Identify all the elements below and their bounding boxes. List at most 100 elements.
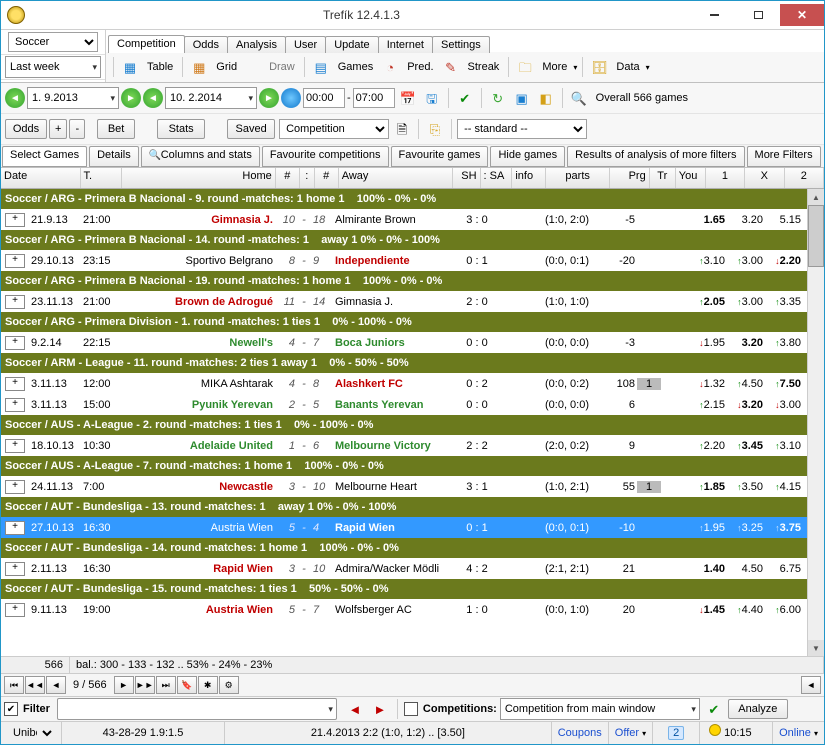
tab-settings[interactable]: Settings <box>432 36 490 53</box>
table-row[interactable]: +21.9.1321:00Gimnasia J.10-18Almirante B… <box>1 209 824 230</box>
table-row[interactable]: +27.10.1316:30Austria Wien5-4Rapid Wien0… <box>1 517 824 538</box>
subtab-2[interactable]: 🔍Columns and stats <box>141 146 260 167</box>
online-link[interactable]: Online ▾ <box>773 722 824 744</box>
expand-button[interactable]: + <box>5 439 25 453</box>
subtab-7[interactable]: More Filters <box>747 146 821 167</box>
refresh-icon[interactable]: ↻ <box>487 87 509 109</box>
offer-link[interactable]: Offer ▾ <box>609 722 653 744</box>
data-icon[interactable]: 🗄 <box>588 56 610 78</box>
plus-button[interactable]: + <box>49 119 67 139</box>
filter-select[interactable]: test <box>57 698 337 720</box>
expand-button[interactable]: + <box>5 562 25 576</box>
stats-button[interactable]: Stats <box>157 119 205 139</box>
expand-button[interactable]: + <box>5 480 25 494</box>
bookie-select[interactable]: Unibet <box>7 723 55 743</box>
expand-button[interactable]: + <box>5 254 25 268</box>
filter-next-icon[interactable]: ► <box>369 698 391 720</box>
nav-prevpage[interactable]: ◄◄ <box>25 676 45 694</box>
misc1-icon[interactable]: ▣ <box>511 87 533 109</box>
subtab-0[interactable]: Select Games <box>2 146 87 167</box>
tab-user[interactable]: User <box>285 36 326 53</box>
prev-date-button[interactable]: ◄ <box>5 88 25 108</box>
table-row[interactable]: +3.11.1315:00Pyunik Yerevan2-5Banants Ye… <box>1 394 824 415</box>
subtab-6[interactable]: Results of analysis of more filters <box>567 146 744 167</box>
exit-icon[interactable]: ⎘ <box>424 118 446 140</box>
streak-label[interactable]: Streak <box>464 61 504 73</box>
saved-button[interactable]: Saved <box>227 119 275 139</box>
streak-icon[interactable]: ✎ <box>440 56 462 78</box>
expand-button[interactable]: + <box>5 521 25 535</box>
time-from[interactable] <box>303 88 345 108</box>
table-row[interactable]: +9.11.1319:00Austria Wien5-7Wolfsberger … <box>1 599 824 620</box>
table-row[interactable]: +2.11.1316:30Rapid Wien3-10Admira/Wacker… <box>1 558 824 579</box>
time-to[interactable] <box>353 88 395 108</box>
search-icon[interactable]: 🔍 <box>568 87 590 109</box>
expand-button[interactable]: + <box>5 603 25 617</box>
table-icon[interactable]: ▦ <box>119 56 141 78</box>
tab-internet[interactable]: Internet <box>378 36 433 53</box>
tab-update[interactable]: Update <box>325 36 378 53</box>
table-row[interactable]: +23.11.1321:00Brown de Adrogué11-14Gimna… <box>1 291 824 312</box>
bet-button[interactable]: Bet <box>97 119 135 139</box>
check-icon[interactable]: ✔ <box>454 87 476 109</box>
sport-select[interactable]: Soccer <box>8 32 98 52</box>
close-button[interactable] <box>780 4 824 26</box>
nav-first[interactable]: ⏮ <box>4 676 24 694</box>
minus-button[interactable]: - <box>69 119 85 139</box>
table-row[interactable]: +9.2.1422:15Newell's4-7Boca Juniors0 : 0… <box>1 332 824 353</box>
subtab-4[interactable]: Favourite games <box>391 146 489 167</box>
expand-button[interactable]: + <box>5 398 25 412</box>
analyze-button[interactable]: Analyze <box>728 699 788 719</box>
export-icon[interactable]: 🖫 <box>421 87 443 109</box>
next-date-button[interactable]: ► <box>121 88 141 108</box>
vertical-scrollbar[interactable]: ▲▼ <box>807 189 824 656</box>
pred-label[interactable]: Pred. <box>403 61 437 73</box>
filter-checkbox[interactable]: ✔ <box>4 702 18 716</box>
pred-icon[interactable]: ◔ <box>379 56 401 78</box>
subtab-5[interactable]: Hide games <box>490 146 565 167</box>
odds-button[interactable]: Odds <box>5 119 47 139</box>
filter-prev-icon[interactable]: ◄ <box>344 698 366 720</box>
nav-bookmark[interactable]: 🔖 <box>177 676 197 694</box>
competitions-scope[interactable]: Competition from main window <box>500 698 700 720</box>
nav-tool[interactable]: ⚙ <box>219 676 239 694</box>
nav-spark[interactable]: ✱ <box>198 676 218 694</box>
misc2-icon[interactable]: ◧ <box>535 87 557 109</box>
nav-nextpage[interactable]: ►► <box>135 676 155 694</box>
subtab-1[interactable]: Details <box>89 146 139 167</box>
more-label[interactable]: More <box>538 61 571 73</box>
date-to[interactable]: 10. 2.2014 <box>165 87 257 109</box>
table-row[interactable]: +3.11.1312:00MIKA Ashtarak4-8Alashkert F… <box>1 373 824 394</box>
table-row[interactable]: +29.10.1323:15Sportivo Belgrano8-9Indepe… <box>1 250 824 271</box>
table-label[interactable]: Table <box>143 61 177 73</box>
apply-icon[interactable]: ✔ <box>703 698 725 720</box>
table-row[interactable]: +18.10.1310:30Adelaide United1-6Melbourn… <box>1 435 824 456</box>
maximize-button[interactable] <box>736 4 780 26</box>
table-row[interactable]: +24.11.137:00Newcastle3-10Melbourne Hear… <box>1 476 824 497</box>
grid-icon[interactable]: ▦ <box>188 56 210 78</box>
competitions-checkbox[interactable] <box>404 702 418 716</box>
coupons-link[interactable]: Coupons <box>552 722 609 744</box>
date-from[interactable]: 1. 9.2013 <box>27 87 119 109</box>
nav-prev[interactable]: ◄ <box>46 676 66 694</box>
doc-icon[interactable]: 🗎 <box>391 118 413 140</box>
expand-button[interactable]: + <box>5 213 25 227</box>
tab-competition[interactable]: Competition <box>108 35 185 53</box>
games-label[interactable]: Games <box>334 61 377 73</box>
next-date2-button[interactable]: ► <box>259 88 279 108</box>
prev-date2-button[interactable]: ◄ <box>143 88 163 108</box>
subtab-3[interactable]: Favourite competitions <box>262 146 389 167</box>
expand-button[interactable]: + <box>5 336 25 350</box>
minimize-button[interactable] <box>692 4 736 26</box>
scope-select[interactable]: Competition <box>279 119 389 139</box>
calendar-icon[interactable]: 📅 <box>397 87 419 109</box>
expand-button[interactable]: + <box>5 295 25 309</box>
nav-next[interactable]: ► <box>114 676 134 694</box>
tab-analysis[interactable]: Analysis <box>227 36 286 53</box>
nav-left[interactable]: ◄ <box>801 676 821 694</box>
more-icon[interactable]: 🗀 <box>514 56 536 78</box>
clock-icon[interactable] <box>281 88 301 108</box>
games-icon[interactable]: ▤ <box>310 56 332 78</box>
data-label[interactable]: Data <box>612 61 643 73</box>
period-select[interactable]: Last week <box>5 56 101 78</box>
